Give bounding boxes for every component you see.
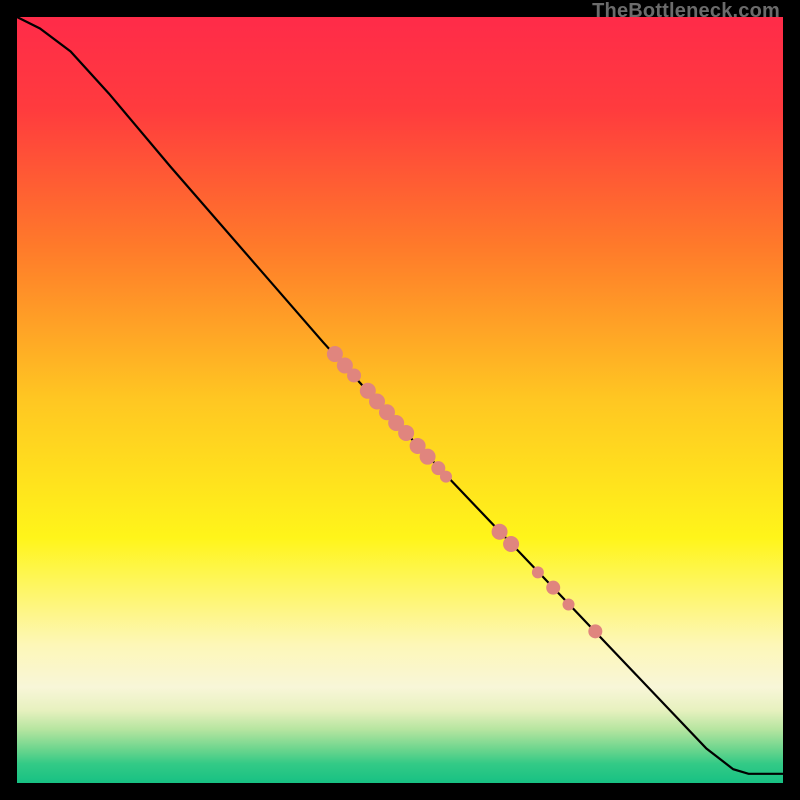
data-point [347, 368, 361, 382]
watermark-label: TheBottleneck.com [592, 0, 780, 23]
chart-canvas [17, 17, 783, 783]
chart-frame [17, 17, 783, 783]
data-point [420, 449, 436, 465]
data-point [398, 425, 414, 441]
data-point [563, 599, 575, 611]
data-point [546, 581, 560, 595]
data-point [588, 624, 602, 638]
data-point [492, 524, 508, 540]
data-point [532, 566, 544, 578]
chart-background [17, 17, 783, 783]
data-point [503, 536, 519, 552]
data-point [440, 471, 452, 483]
